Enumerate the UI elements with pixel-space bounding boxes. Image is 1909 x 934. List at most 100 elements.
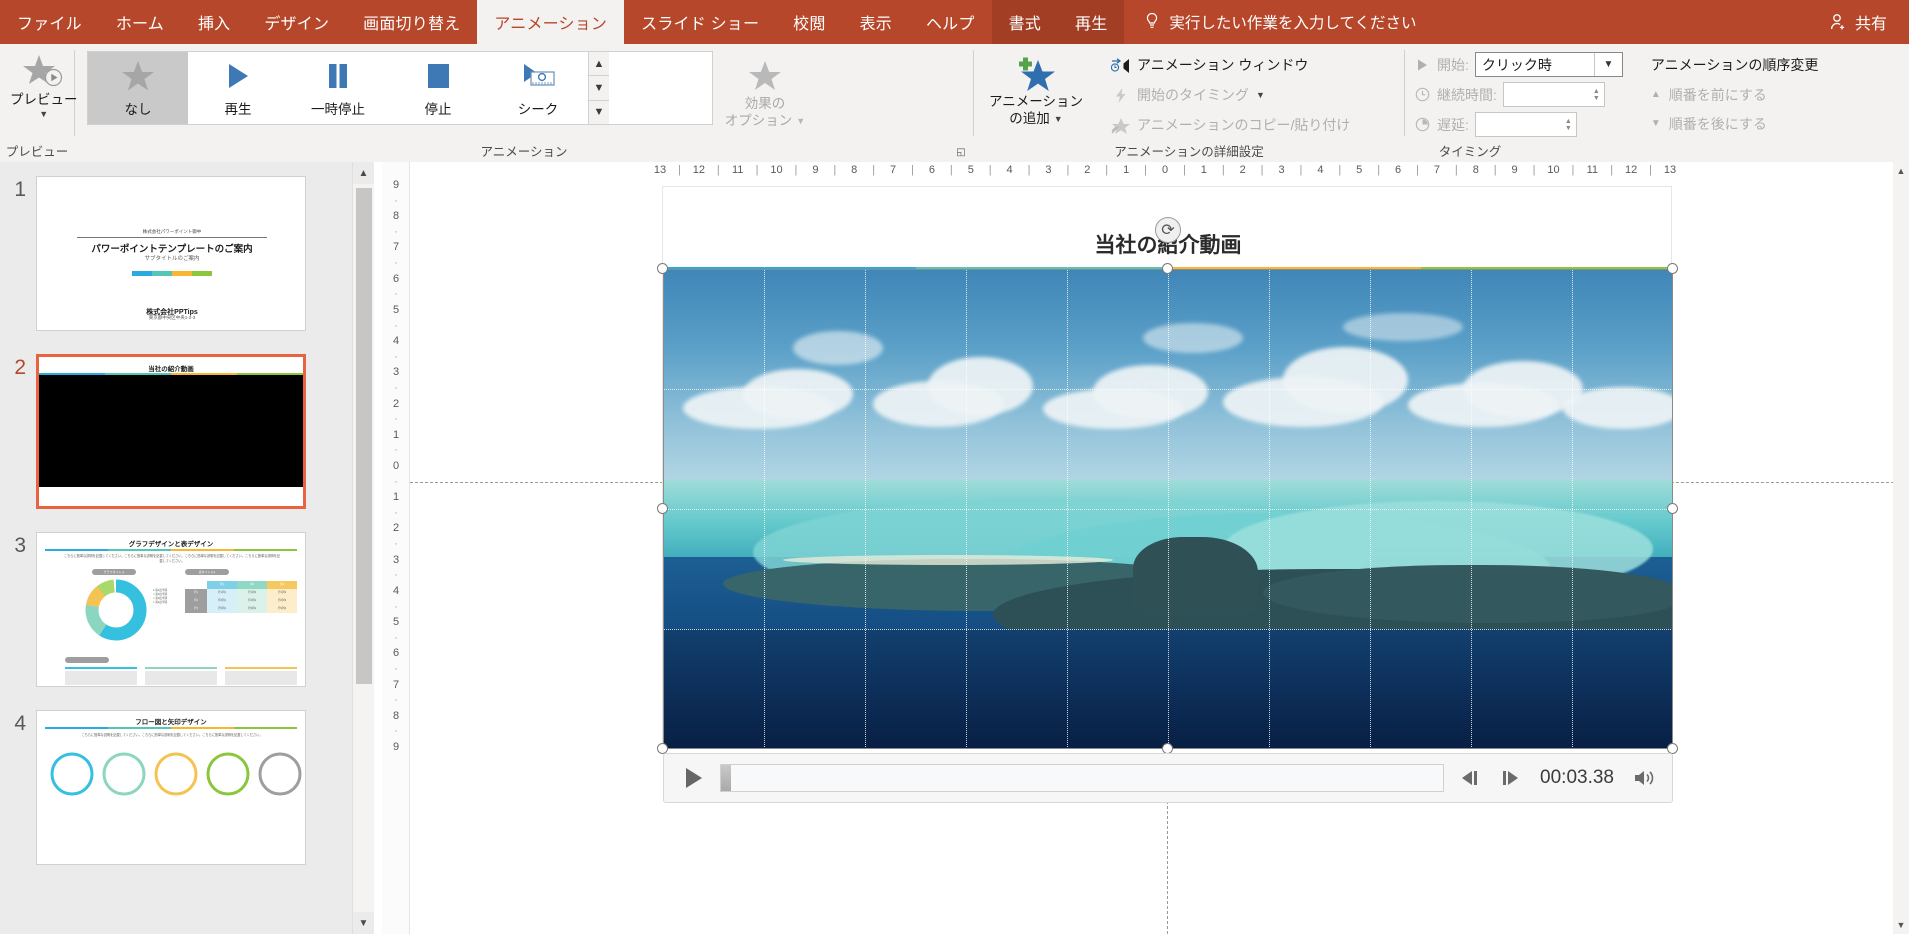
thumbnail-canvas-2[interactable]: 当社の紹介動画 (36, 354, 306, 509)
canvas-scrollbar[interactable]: ▲ ▼ (1893, 162, 1909, 934)
vruler-minor-tick: · (394, 538, 398, 551)
animation-none[interactable]: なし (88, 52, 188, 124)
vruler-minor-tick: · (394, 506, 398, 519)
t3-caption-3 (65, 657, 109, 663)
vruler-tick: 4 (392, 335, 400, 348)
canvas-scroll-up[interactable]: ▲ (1893, 162, 1909, 180)
clock-delay-icon (1413, 116, 1431, 134)
duration-input[interactable] (1503, 83, 1589, 106)
animation-stop[interactable]: 停止 (388, 52, 488, 124)
resize-handle-n[interactable] (1162, 263, 1173, 274)
ribbon-tab-bar: ファイル ホーム 挿入 デザイン 画面切り替え アニメーション スライド ショー… (0, 0, 1909, 44)
share-button[interactable]: 共有 (1828, 0, 1909, 44)
thumbnail-scroll-thumb[interactable] (356, 188, 372, 684)
t3-legend-4: 第4四半期 (155, 601, 168, 604)
vruler-tick: 1 (392, 428, 400, 441)
thumbnail-scrollbar[interactable]: ▲ ▼ (352, 162, 374, 934)
thumbnail-scroll-up[interactable]: ▲ (353, 162, 374, 184)
tab-slideshow[interactable]: スライド ショー (624, 0, 776, 44)
resize-handle-e[interactable] (1667, 503, 1678, 514)
chevron-down-icon[interactable]: ▼ (39, 109, 48, 119)
resize-handle-w[interactable] (657, 503, 668, 514)
media-progress-thumb[interactable] (721, 765, 731, 791)
canvas-scroll-down[interactable]: ▼ (1893, 916, 1909, 934)
vruler-tick: 5 (392, 303, 400, 316)
thumbnail-canvas-4[interactable]: フロー図と矢印デザイン こちらに簡単な説明を記載してください。こちらに簡単な説明… (36, 710, 306, 865)
start-dropdown-icon[interactable]: ▼ (1593, 53, 1622, 76)
animation-pause[interactable]: 一時停止 (288, 52, 388, 124)
duration-spinner[interactable]: ▲ ▼ (1502, 82, 1605, 107)
animation-pane-button[interactable]: アニメーション ウィンドウ (1106, 51, 1355, 79)
animation-play[interactable]: 再生 (188, 52, 288, 124)
t3-legend-3: 第3四半期 (155, 597, 168, 600)
chevron-down-icon[interactable]: ▼ (1054, 115, 1063, 124)
t3-legend-1: 第1四半期 (155, 589, 168, 592)
tab-file[interactable]: ファイル (0, 0, 99, 44)
video-object[interactable]: ⟳ 00:03.38 (657, 217, 1678, 803)
thumbnail-slide-3[interactable]: 3 グラフデザインと表デザイン こちらに簡単な説明を記載してください。こちらに簡… (0, 532, 330, 687)
gallery-scrollbar[interactable]: ▲ ▼ ▼ (588, 52, 609, 124)
group-label-animation: アニメーション ◱ (75, 138, 973, 162)
animation-gallery[interactable]: なし 再生 一時停止 停止 シーク ▲ ▼ ▼ (87, 51, 713, 125)
tell-me-search[interactable]: 実行したい作業を入力してください (1124, 0, 1416, 44)
slide-thumbnail-pane[interactable]: 1 株式会社パワーポイント御中 パワーポイントテンプレートのご案内 サブタイトル… (0, 162, 352, 934)
tab-view[interactable]: 表示 (843, 0, 909, 44)
chevron-down-icon[interactable]: ▼ (1256, 91, 1265, 100)
delay-spin-buttons[interactable]: ▲ ▼ (1561, 113, 1576, 136)
tab-review[interactable]: 校閲 (776, 0, 842, 44)
t3-th-1: 列1 (207, 581, 237, 589)
chevron-down-icon[interactable]: ▼ (796, 117, 805, 126)
tab-home[interactable]: ホーム (99, 0, 181, 44)
rotate-handle[interactable]: ⟳ (1155, 217, 1181, 243)
tab-playback[interactable]: 再生 (1058, 0, 1125, 44)
step-forward-icon[interactable] (1496, 769, 1524, 787)
trigger-button[interactable]: 開始のタイミング ▼ (1106, 81, 1355, 109)
media-control-bar[interactable]: 00:03.38 (663, 753, 1673, 803)
thumbnail-scroll-down[interactable]: ▼ (353, 912, 374, 934)
delay-input[interactable] (1475, 113, 1561, 136)
tab-design[interactable]: デザイン (247, 0, 346, 44)
thumbnail-slide-4[interactable]: 4 フロー図と矢印デザイン こちらに簡単な説明を記載してください。こちらに簡単な… (0, 710, 330, 865)
effect-options-button[interactable]: 効果の オプション ▼ (713, 44, 817, 130)
duration-label-wrap: 継続時間: (1413, 85, 1497, 105)
t3-r3c2: 行3列2 (237, 605, 267, 613)
vruler-tick: 6 (392, 272, 400, 285)
resize-handle-ne[interactable] (1667, 263, 1678, 274)
tab-transitions[interactable]: 画面切り替え (346, 0, 477, 44)
animation-pane-label: アニメーション ウィンドウ (1137, 57, 1309, 73)
thumbnail-slide-2[interactable]: 2 当社の紹介動画 (0, 354, 330, 509)
duration-spin-buttons[interactable]: ▲ ▼ (1589, 83, 1604, 106)
tab-format[interactable]: 書式 (991, 0, 1058, 44)
media-progress-track[interactable] (720, 764, 1445, 792)
delay-spinner[interactable]: ▲ ▼ (1474, 112, 1577, 137)
start-input[interactable] (1475, 53, 1594, 76)
start-combobox[interactable]: ▼ (1474, 52, 1623, 77)
animation-play-label: 再生 (224, 102, 252, 117)
step-back-icon[interactable] (1456, 769, 1484, 787)
animation-seek[interactable]: シーク (488, 52, 588, 124)
move-later-button[interactable]: ▼ 順番を後にする (1647, 110, 1822, 137)
move-earlier-button[interactable]: ▲ 順番を前にする (1647, 81, 1822, 108)
gallery-scroll-up[interactable]: ▲ (589, 52, 609, 77)
thumbnail-slide-1[interactable]: 1 株式会社パワーポイント御中 パワーポイントテンプレートのご案内 サブタイトル… (0, 176, 330, 331)
slide-editing-surface[interactable]: 当社の紹介動画 ⟳ 00:03.38 (657, 186, 1678, 803)
resize-handle-nw[interactable] (657, 263, 668, 274)
thumbnail-number-2: 2 (14, 356, 26, 379)
thumbnail-canvas-1[interactable]: 株式会社パワーポイント御中 パワーポイントテンプレートのご案内 サブタイトルのご… (36, 176, 306, 331)
tab-help[interactable]: ヘルプ (909, 0, 992, 44)
t3-r3c1: 行3列1 (207, 605, 237, 613)
animation-dialog-launcher[interactable]: ◱ (955, 146, 967, 158)
animation-painter-button[interactable]: アニメーションのコピー/貼り付け (1106, 111, 1355, 139)
gallery-scroll-down[interactable]: ▼ (589, 76, 609, 101)
t3-r3c0: 行3 (185, 605, 207, 613)
play-icon[interactable] (678, 766, 708, 790)
vruler-tick: 3 (392, 553, 400, 566)
seek-icon (519, 58, 557, 94)
timing-fields: 開始: ▼ 継続時間: (1405, 44, 1627, 138)
gallery-more-button[interactable]: ▼ (589, 101, 609, 124)
add-animation-button[interactable]: アニメーション の追加 ▼ (974, 44, 1098, 128)
volume-icon[interactable] (1630, 768, 1658, 788)
thumbnail-canvas-3[interactable]: グラフデザインと表デザイン こちらに簡単な説明を記載してください。こちらに簡単な… (36, 532, 306, 687)
tab-insert[interactable]: 挿入 (181, 0, 247, 44)
tab-animations[interactable]: アニメーション (477, 0, 625, 44)
